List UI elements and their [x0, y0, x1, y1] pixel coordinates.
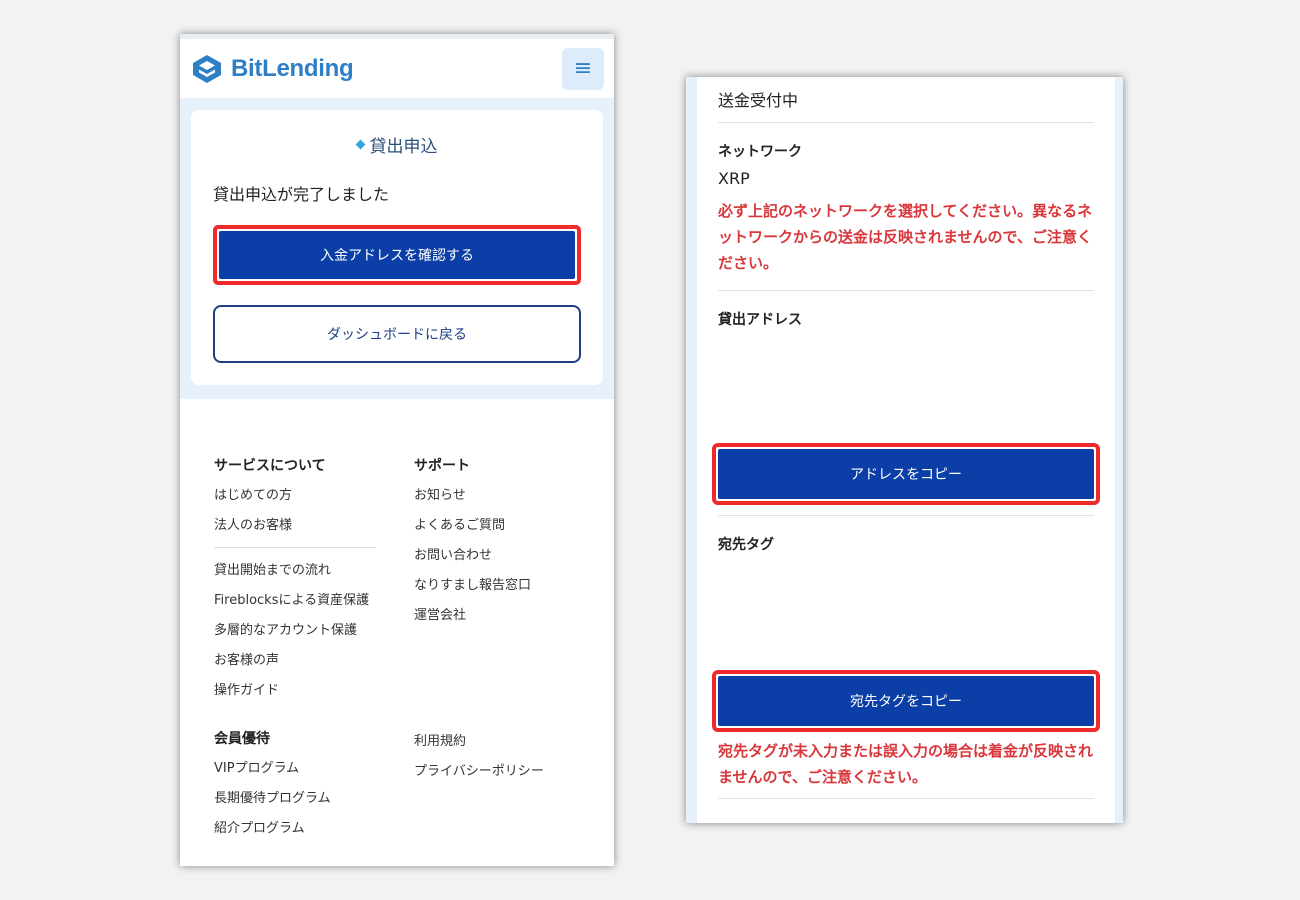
footer-link[interactable]: プライバシーポリシー — [414, 763, 580, 781]
footer-col-services: サービスについて はじめての方 法人のお客様 貸出開始までの流れ Fireblo… — [214, 455, 414, 850]
phone-screenshot-left: BitLending ≡ 貸出申込 貸出申込が完了しました 入金アドレスを確認す… — [180, 34, 614, 866]
app-header: BitLending ≡ — [180, 34, 614, 98]
footer-heading-services: サービスについて — [214, 458, 326, 474]
copy-destination-tag-button[interactable]: 宛先タグをコピー — [718, 676, 1094, 726]
completion-message: 貸出申込が完了しました — [213, 185, 390, 204]
back-to-dashboard-button[interactable]: ダッシュボードに戻る — [213, 305, 581, 363]
highlight-frame: アドレスをコピー — [712, 443, 1100, 505]
deposit-info-card: 送金受付中 ネットワーク XRP 必ず上記のネットワークを選択してください。異な… — [697, 77, 1115, 823]
footer-link[interactable]: 多層的なアカウント保護 — [214, 622, 414, 640]
footer-link[interactable]: お問い合わせ — [414, 547, 580, 565]
footer-divider — [214, 547, 376, 548]
footer-link[interactable]: はじめての方 — [214, 487, 414, 505]
footer-col-support: サポート お知らせ よくあるご質問 お問い合わせ なりすまし報告窓口 運営会社 … — [414, 455, 580, 850]
hamburger-icon: ≡ — [573, 56, 593, 81]
highlight-frame: 宛先タグをコピー — [712, 670, 1100, 732]
footer-link[interactable]: 利用規約 — [414, 733, 580, 751]
footer: サービスについて はじめての方 法人のお客様 貸出開始までの流れ Fireblo… — [180, 399, 614, 850]
footer-heading-support: サポート — [414, 458, 470, 474]
copy-address-button[interactable]: アドレスをコピー — [718, 449, 1094, 499]
status-text: 送金受付中 — [718, 77, 1094, 123]
highlight-frame: 入金アドレスを確認する — [213, 225, 581, 285]
loan-application-panel: 貸出申込 貸出申込が完了しました 入金アドレスを確認する ダッシュボードに戻る — [191, 110, 603, 385]
footer-link[interactable]: なりすまし報告窓口 — [414, 577, 580, 595]
footer-link[interactable]: 操作ガイド — [214, 682, 414, 700]
footer-link[interactable]: 貸出開始までの流れ — [214, 562, 414, 580]
bitlending-logo-icon — [193, 54, 221, 83]
footer-link[interactable]: お知らせ — [414, 487, 580, 505]
footer-link[interactable]: よくあるご質問 — [414, 517, 580, 535]
panel-title: 貸出申込 — [213, 132, 581, 157]
footer-link[interactable]: 紹介プログラム — [214, 820, 414, 838]
brand[interactable]: BitLending — [191, 53, 354, 85]
divider — [718, 290, 1094, 291]
diamond-icon — [355, 139, 365, 150]
divider — [718, 798, 1094, 799]
footer-link[interactable]: 長期優待プログラム — [214, 790, 414, 808]
tag-area — [718, 554, 1094, 670]
footer-link[interactable]: 運営会社 — [414, 607, 580, 625]
footer-link[interactable]: お客様の声 — [214, 652, 414, 670]
divider — [718, 515, 1094, 516]
tag-warning: 宛先タグが未入力または誤入力の場合は着金が反映されませんので、ご注意ください。 — [718, 742, 1094, 786]
address-area — [718, 329, 1094, 443]
network-label: ネットワーク — [718, 144, 802, 160]
footer-heading-member: 会員優待 — [214, 731, 270, 747]
footer-link[interactable]: VIPプログラム — [214, 760, 414, 778]
brand-name: BitLending — [231, 54, 354, 82]
phone-screenshot-right: 送金受付中 ネットワーク XRP 必ず上記のネットワークを選択してください。異な… — [686, 77, 1123, 823]
network-value: XRP — [718, 169, 750, 188]
panel-title-text: 貸出申込 — [369, 137, 438, 157]
hamburger-menu-button[interactable]: ≡ — [562, 47, 604, 90]
panel-wrapper: 貸出申込 貸出申込が完了しました 入金アドレスを確認する ダッシュボードに戻る — [180, 98, 614, 399]
network-warning: 必ず上記のネットワークを選択してください。異なるネットワークからの送金は反映され… — [718, 202, 1093, 272]
footer-link[interactable]: 法人のお客様 — [214, 517, 414, 535]
destination-tag-label: 宛先タグ — [718, 537, 774, 553]
check-deposit-address-button[interactable]: 入金アドレスを確認する — [219, 231, 575, 279]
footer-link[interactable]: Fireblocksによる資産保護 — [214, 592, 414, 610]
address-label: 貸出アドレス — [718, 312, 802, 328]
